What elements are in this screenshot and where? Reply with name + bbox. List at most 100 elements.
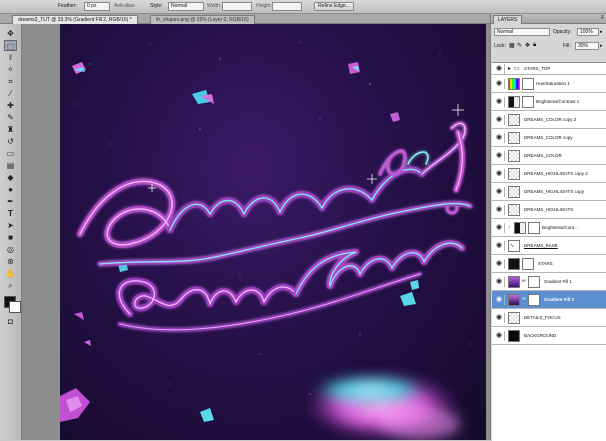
layer-row[interactable]: ◉ DREAMS_HIGHLIGHTS copy 2 — [492, 165, 606, 183]
magic-wand-icon[interactable]: ✧ — [4, 64, 17, 75]
marquee-tool-icon[interactable]: ⬚ — [4, 40, 17, 51]
background-color-swatch[interactable] — [9, 301, 21, 313]
visibility-eye-icon[interactable]: ◉ — [494, 169, 505, 179]
gradient-thumbnail — [508, 276, 520, 288]
path-selection-icon[interactable]: ➤ — [4, 220, 17, 231]
visibility-eye-icon[interactable]: ◉ — [494, 133, 505, 143]
visibility-eye-icon[interactable]: ◉ — [494, 115, 505, 125]
zoom-tool-icon[interactable]: ⌕ — [4, 280, 17, 291]
eraser-tool-icon[interactable]: ▭ — [4, 148, 17, 159]
tab-dreams3[interactable]: dreams3_TUT @ 33.3% (Gradient Fill 2, RG… — [12, 15, 138, 24]
visibility-eye-icon[interactable]: ◉ — [494, 205, 505, 215]
layer-row[interactable]: ◉ Brightness/Contrast 1 — [492, 93, 606, 111]
visibility-eye-icon[interactable]: ◉ — [494, 97, 505, 107]
layer-thumbnail — [508, 258, 520, 270]
visibility-eye-icon[interactable]: ◉ — [494, 277, 505, 287]
lock-transparency-icon[interactable]: ▦ — [509, 42, 515, 49]
visibility-eye-icon[interactable]: ◉ — [494, 223, 505, 233]
group-expand-icon[interactable]: ▸ — [508, 65, 511, 72]
layer-thumbnail — [508, 204, 520, 216]
blur-tool-icon[interactable]: ◆ — [4, 172, 17, 183]
width-input[interactable] — [222, 2, 252, 11]
lock-all-icon[interactable]: 🔒︎ — [533, 42, 536, 49]
tab-th-shapes[interactable]: th_shapes.png @ 25% (Layer 0, RGB/16) — [150, 15, 255, 24]
visibility-eye-icon[interactable]: ◉ — [494, 79, 505, 89]
layer-row[interactable]: ◉ DREAMS_HIGHLIGHTS copy — [492, 183, 606, 201]
layer-row[interactable]: ◉ ↓ Brightness/Cont... — [492, 219, 606, 237]
3d-rotate-icon[interactable]: ◎ — [4, 244, 17, 255]
layer-name: DETAILS_FOCUS — [524, 315, 561, 320]
layer-row[interactable]: ◉ DREAMS_COLOR — [492, 147, 606, 165]
lock-pixels-icon[interactable]: ✎ — [517, 42, 522, 49]
layers-panel: LAYERS ≡ Normal Opacity: 100% ▸ Lock: ▦ … — [490, 14, 606, 441]
crop-tool-icon[interactable]: ⌗ — [4, 76, 17, 87]
layer-row[interactable]: ◉ ▸ ▭ STARS_TOP — [492, 63, 606, 75]
gradient-tool-icon[interactable]: ▤ — [4, 160, 17, 171]
brush-tool-icon[interactable]: ✎ — [4, 112, 17, 123]
pen-tool-icon[interactable]: ✒ — [4, 196, 17, 207]
visibility-eye-icon[interactable]: ◉ — [494, 64, 505, 74]
feather-input[interactable]: 0 px — [84, 2, 110, 11]
fill-dropdown-icon[interactable]: ▸ — [600, 43, 603, 49]
type-tool-icon[interactable]: T — [4, 208, 17, 219]
3d-orbit-icon[interactable]: ⊛ — [4, 256, 17, 267]
visibility-eye-icon[interactable]: ◉ — [494, 295, 505, 305]
blend-mode-select[interactable]: Normal — [494, 28, 550, 36]
link-icon[interactable]: ∞ — [522, 296, 526, 302]
visibility-eye-icon[interactable]: ◉ — [494, 259, 505, 269]
tools-panel: ✥ ⬚ ℓ ✧ ⌗ ⁄ ✚ ✎ ♜ ↺ ▭ ▤ ◆ ● ✒ T ➤ ■ ◎ ⊛ … — [0, 24, 22, 440]
layer-row-selected[interactable]: ◉ ∞ Gradient Fill 2 — [492, 291, 606, 309]
gradient-thumbnail — [508, 294, 520, 306]
refine-edge-button[interactable]: Refine Edge... — [314, 2, 354, 11]
healing-brush-icon[interactable]: ✚ — [4, 100, 17, 111]
link-icon[interactable]: ∞ — [522, 278, 526, 284]
layers-tab[interactable]: LAYERS — [493, 15, 523, 24]
fill-input[interactable]: 30% — [575, 42, 599, 50]
antialias-checkbox-label[interactable]: Anti-alias — [114, 3, 135, 9]
layer-name: STARS — [538, 261, 553, 266]
quick-mask-icon[interactable]: ◘ — [4, 316, 17, 327]
layer-name: Gradient Fill 1 — [544, 279, 573, 284]
history-brush-icon[interactable]: ↺ — [4, 136, 17, 147]
shape-tool-icon[interactable]: ■ — [4, 232, 17, 243]
visibility-eye-icon[interactable]: ◉ — [494, 187, 505, 197]
opacity-dropdown-icon[interactable]: ▸ — [600, 29, 603, 35]
lock-row: Lock: ▦ ✎ ✥ 🔒︎ Fill: 30% ▸ — [491, 40, 606, 52]
layer-mask-thumbnail — [522, 78, 534, 90]
lock-position-icon[interactable]: ✥ — [525, 42, 530, 49]
layer-row[interactable]: ◉ ∞ Gradient Fill 1 — [492, 273, 606, 291]
opacity-input[interactable]: 100% — [577, 28, 599, 36]
layer-row[interactable]: ◉ DETAILS_FOCUS — [492, 309, 606, 327]
hand-tool-icon[interactable]: ✋ — [4, 268, 17, 279]
adjustment-thumbnail — [514, 222, 526, 234]
move-tool-icon[interactable]: ✥ — [4, 28, 17, 39]
layer-row[interactable]: ◉ DREAMS_HIGHLIGHTS — [492, 201, 606, 219]
layer-row[interactable]: ◉ ∿ DREAMS_BASE — [492, 237, 606, 255]
eyedropper-icon[interactable]: ⁄ — [4, 88, 17, 99]
dodge-tool-icon[interactable]: ● — [4, 184, 17, 195]
clone-stamp-icon[interactable]: ♜ — [4, 124, 17, 135]
lasso-tool-icon[interactable]: ℓ — [4, 52, 17, 63]
layer-thumbnail — [508, 150, 520, 162]
layer-row[interactable]: ◉ DREAMS_COLOR copy — [492, 129, 606, 147]
visibility-eye-icon[interactable]: ◉ — [494, 241, 505, 251]
layer-row[interactable]: ◉ Hue/Saturation 1 — [492, 75, 606, 93]
layer-name: STARS_TOP — [524, 66, 551, 71]
layer-name: DREAMS_COLOR copy 2 — [524, 117, 577, 122]
layer-row[interactable]: ◉ STARS — [492, 255, 606, 273]
opacity-label: Opacity: — [553, 29, 572, 35]
clip-arrow-icon: ↓ — [508, 224, 511, 230]
height-input[interactable] — [272, 2, 302, 11]
style-select[interactable]: Normal — [168, 2, 204, 11]
layer-name: Brightness/Cont... — [542, 225, 578, 230]
layer-row[interactable]: ◉ DREAMS_COLOR copy 2 — [492, 111, 606, 129]
options-bar: Feather: 0 px Anti-alias Style: Normal W… — [0, 0, 606, 14]
document-workspace — [22, 24, 490, 440]
visibility-eye-icon[interactable]: ◉ — [494, 151, 505, 161]
lock-label: Lock: — [494, 43, 506, 49]
visibility-eye-icon[interactable]: ◉ — [494, 313, 505, 323]
document-canvas[interactable] — [60, 24, 486, 440]
panel-menu-icon[interactable]: ≡ — [600, 15, 604, 21]
layer-row[interactable]: ◉ BACKGROUND — [492, 327, 606, 345]
visibility-eye-icon[interactable]: ◉ — [494, 331, 505, 341]
